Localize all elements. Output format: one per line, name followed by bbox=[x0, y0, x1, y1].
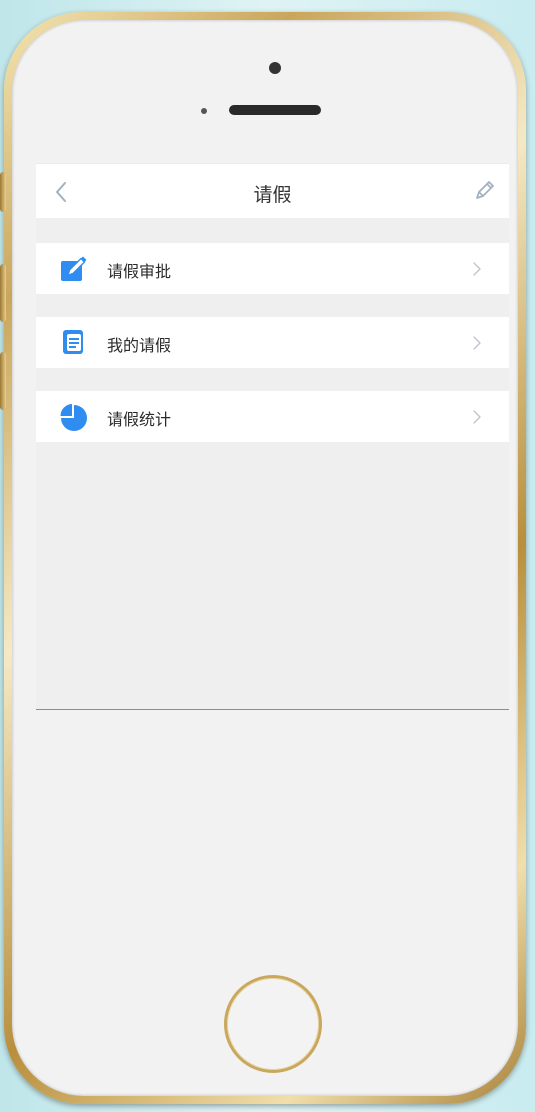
chevron-right-icon bbox=[473, 336, 481, 350]
navigation-bar: 请假 bbox=[36, 163, 509, 218]
app-screen: 请假 请假审批 我的请假 请假统计 bbox=[36, 163, 509, 710]
edit-note-icon bbox=[61, 256, 87, 281]
volume-up-button bbox=[0, 264, 6, 322]
chevron-right-icon bbox=[473, 262, 481, 276]
pencil-icon bbox=[476, 181, 494, 199]
mute-switch bbox=[0, 172, 6, 212]
volume-down-button bbox=[0, 352, 6, 410]
menu-item-my-leave[interactable]: 我的请假 bbox=[36, 317, 509, 368]
edit-button[interactable] bbox=[471, 178, 497, 204]
menu-item-label: 我的请假 bbox=[107, 336, 172, 355]
front-camera bbox=[269, 62, 281, 74]
chevron-right-icon bbox=[473, 410, 481, 424]
earpiece-speaker bbox=[229, 105, 321, 115]
home-button[interactable] bbox=[224, 975, 322, 1073]
proximity-sensor bbox=[201, 108, 207, 114]
menu-item-label: 请假审批 bbox=[107, 262, 172, 281]
menu-item-leave-statistics[interactable]: 请假统计 bbox=[36, 391, 509, 442]
menu-item-label: 请假统计 bbox=[107, 410, 172, 429]
page-title: 请假 bbox=[253, 184, 292, 206]
pie-chart-icon bbox=[60, 404, 87, 431]
document-icon bbox=[63, 330, 83, 354]
menu-item-leave-approval[interactable]: 请假审批 bbox=[36, 243, 509, 294]
